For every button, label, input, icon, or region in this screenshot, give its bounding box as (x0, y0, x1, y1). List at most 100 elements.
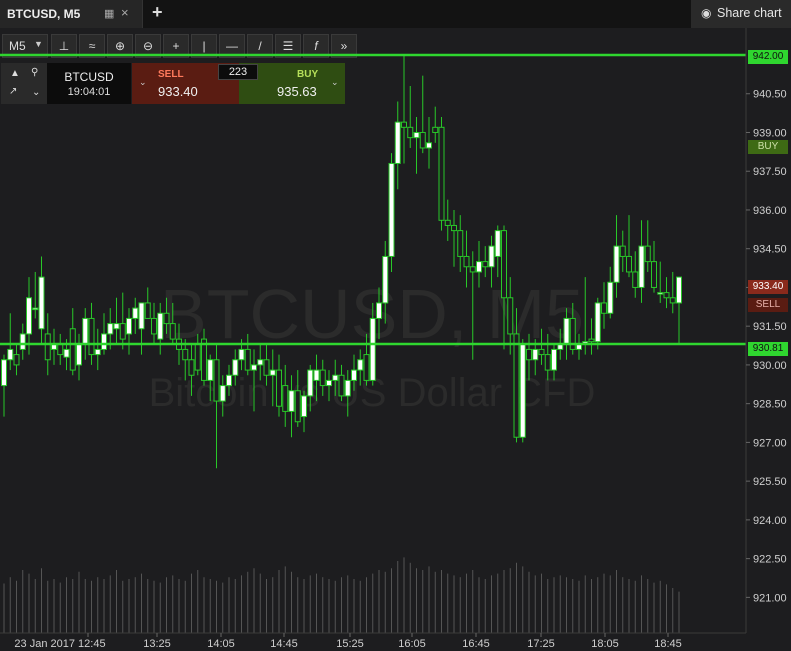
candle-body (101, 333, 107, 350)
candle-body (138, 302, 145, 330)
candle-body (26, 297, 32, 335)
candle (519, 339, 526, 443)
candle (407, 85, 414, 148)
candle-body (669, 297, 676, 304)
candle-body (401, 121, 407, 128)
candle (482, 246, 489, 278)
candle (138, 302, 145, 355)
candle (607, 266, 614, 319)
sell-tag: SELL (748, 298, 788, 312)
y-tick-label: 928.50 (753, 399, 787, 411)
candle-body (338, 374, 345, 397)
external-link-icon[interactable]: ↗ (9, 86, 17, 97)
buy-caret-icon: ⌄ (331, 77, 339, 87)
candle (626, 215, 632, 278)
candle (644, 220, 651, 272)
candle-body (538, 348, 545, 356)
symbol-time: 19:04:01 (67, 86, 111, 98)
candle-body (13, 354, 20, 366)
candle-body (126, 317, 132, 335)
candle-body (113, 323, 120, 330)
candle (388, 153, 395, 272)
candle-body (444, 219, 451, 226)
y-tick-label: 931.50 (753, 321, 787, 333)
x-tick-label: 17:25 (527, 638, 555, 650)
sell-price-tag: 933.40 (748, 280, 788, 294)
candle-body (188, 359, 195, 376)
candle (19, 323, 26, 360)
candle (444, 199, 451, 241)
candle-body (294, 390, 301, 423)
candle-body (144, 302, 151, 319)
x-tick-label: 13:25 (143, 638, 171, 650)
candle-body (19, 333, 26, 350)
candle (94, 328, 101, 371)
candle-body (38, 276, 45, 330)
x-tick-label: 18:05 (591, 638, 619, 650)
candle-body (519, 343, 526, 438)
candle-body (513, 333, 520, 438)
candle-body (413, 131, 420, 139)
candle (632, 251, 639, 298)
y-tick-label: 924.00 (753, 515, 787, 527)
y-tick-label: 939.00 (753, 127, 787, 139)
candle-body (7, 348, 14, 361)
candle-body (232, 359, 239, 376)
candle-body (369, 317, 376, 381)
candle (69, 308, 76, 376)
x-tick-label: 16:05 (398, 638, 426, 650)
chevron-down-icon[interactable]: ⌄ (32, 87, 40, 98)
y-tick-label: 925.50 (753, 476, 787, 488)
candle (619, 230, 626, 272)
candle-body (376, 302, 382, 319)
candle-body (157, 312, 164, 340)
candle (601, 282, 607, 329)
candle-body (469, 266, 476, 273)
candle (663, 277, 670, 309)
candle-body (651, 261, 657, 288)
candle (82, 308, 89, 360)
candle-body (613, 245, 620, 283)
candle-body (382, 255, 389, 304)
candle-body (601, 302, 607, 314)
candle (401, 55, 407, 164)
candle (151, 302, 157, 345)
candle (1, 354, 7, 417)
candle-body (276, 369, 282, 407)
candle-body (501, 230, 507, 299)
candle-body (488, 245, 495, 268)
candle-body (32, 307, 39, 311)
search-icon[interactable]: ⚲ (31, 67, 38, 78)
candle-body (151, 317, 157, 335)
candle-body (132, 307, 139, 319)
candle (676, 276, 682, 345)
y-tick-label: 937.50 (753, 166, 787, 178)
candle-body (1, 359, 7, 387)
candle (101, 313, 107, 355)
collapse-icon[interactable]: ▲ (10, 68, 20, 79)
candle-body (288, 390, 295, 412)
candle (394, 101, 401, 190)
price-tag-bottom: 930.81 (748, 342, 788, 356)
candle-body (663, 292, 670, 299)
candle-body (88, 317, 95, 356)
candle-body (63, 348, 70, 358)
candle-body (588, 338, 595, 343)
candle-body (638, 245, 645, 288)
y-tick-label: 930.00 (753, 360, 787, 372)
candle-body (263, 359, 270, 376)
candle (638, 220, 645, 303)
x-tick-label: 14:05 (207, 638, 235, 650)
sell-price: 933.40 (158, 84, 198, 99)
candle-body (657, 292, 664, 295)
candle-body (332, 374, 339, 381)
candle (594, 297, 601, 350)
candle-body (57, 343, 64, 356)
candle (119, 292, 126, 350)
candle (301, 390, 307, 433)
candle-body (219, 385, 226, 402)
candle-body (201, 338, 207, 381)
candle-body (251, 364, 257, 371)
candle-body (626, 255, 632, 273)
candle (432, 106, 439, 143)
